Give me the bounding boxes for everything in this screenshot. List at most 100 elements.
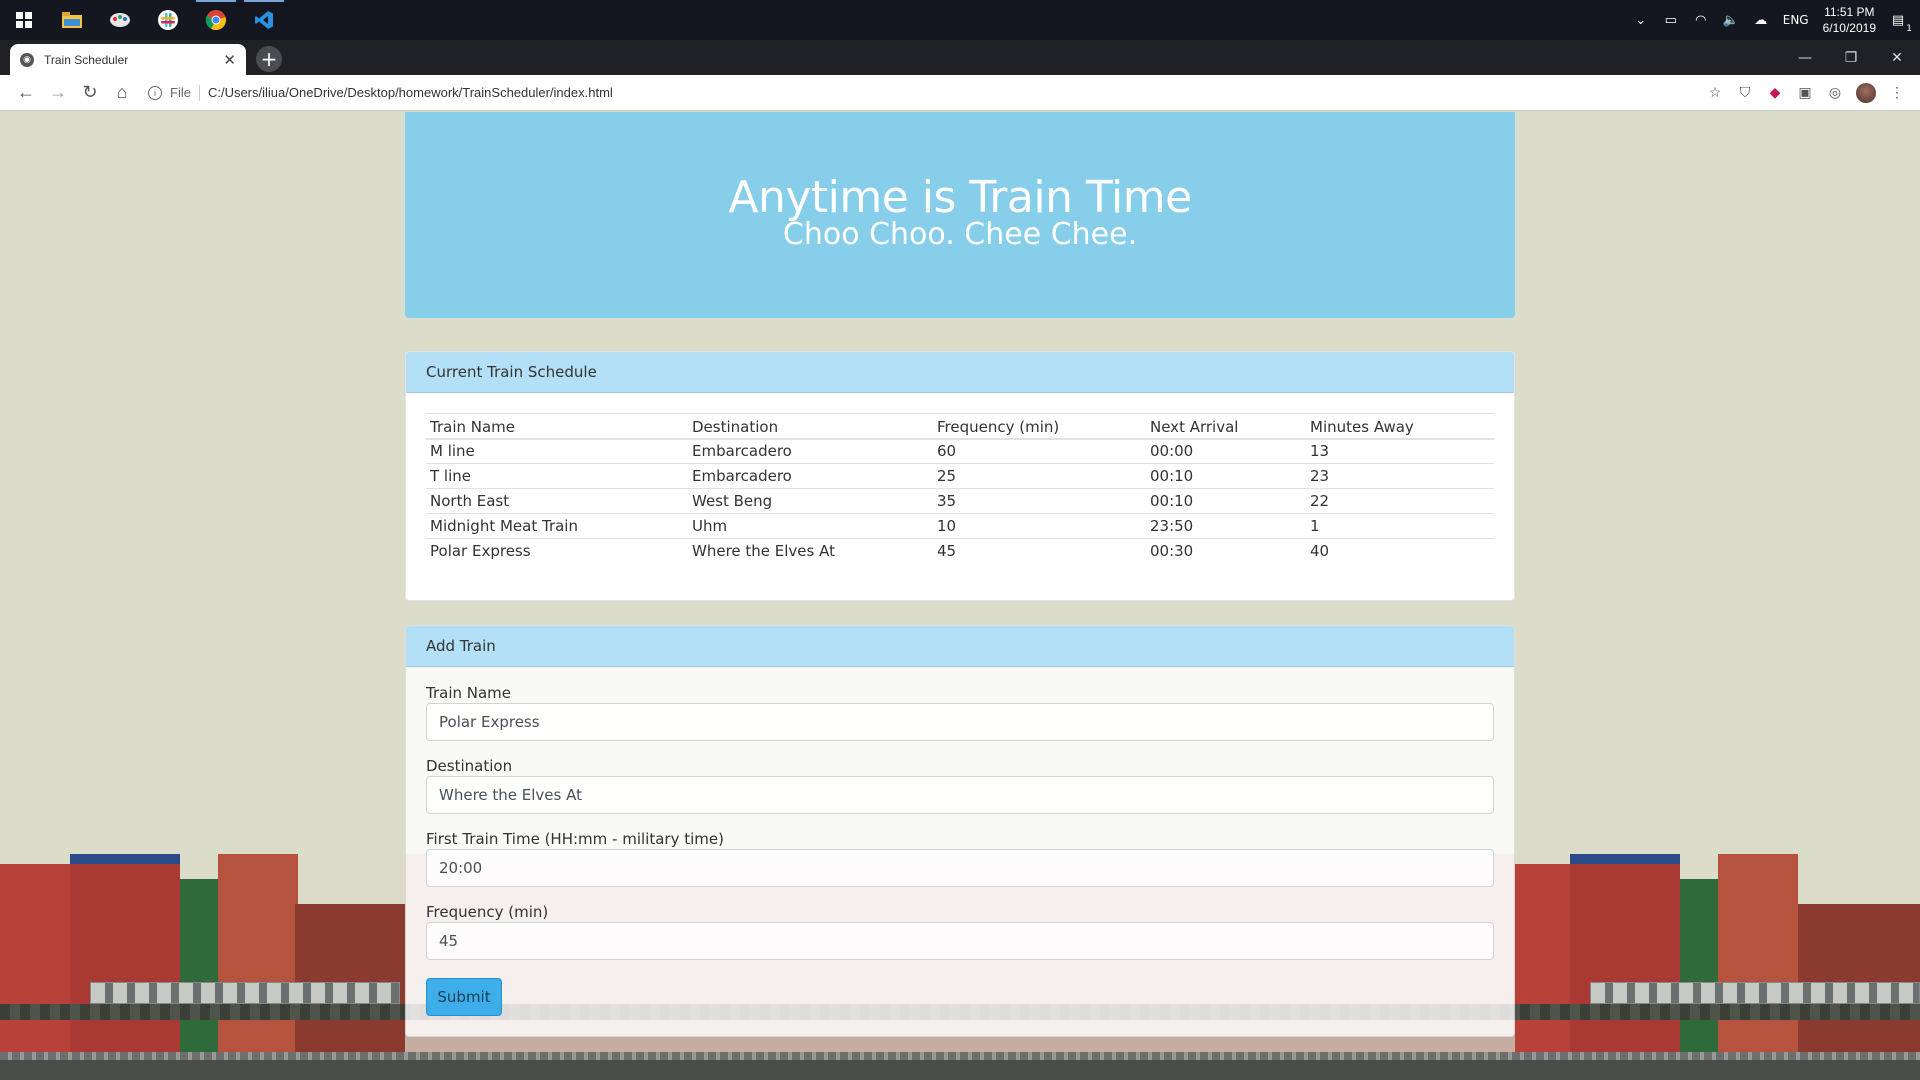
notification-count: 1 bbox=[1906, 24, 1912, 34]
column-header: Train Name bbox=[426, 413, 688, 440]
table-cell: T line bbox=[426, 463, 688, 489]
table-cell: Polar Express bbox=[426, 538, 688, 564]
table-row: Polar Express Where the Elves At 45 00:3… bbox=[426, 538, 1494, 564]
building bbox=[1680, 879, 1720, 1054]
page-subtitle: Choo Choo. Chee Chee. bbox=[782, 217, 1138, 252]
add-train-card: Add Train Train Name Polar Express Desti… bbox=[405, 625, 1515, 1037]
schedule-card-header: Current Train Schedule bbox=[406, 352, 1514, 393]
table-cell: Uhm bbox=[688, 513, 933, 539]
table-cell: Embarcadero bbox=[688, 438, 933, 464]
submit-button[interactable]: Submit bbox=[426, 978, 502, 1016]
volume-icon[interactable]: 🔈 bbox=[1723, 12, 1739, 28]
first-train-time-label: First Train Time (HH:mm - military time) bbox=[426, 830, 724, 848]
frequency-label: Frequency (min) bbox=[426, 903, 549, 921]
column-header: Destination bbox=[688, 413, 933, 440]
schedule-table: Train Name Destination Frequency (min) N… bbox=[426, 413, 1494, 564]
table-cell: Midnight Meat Train bbox=[426, 513, 688, 539]
building bbox=[1718, 854, 1798, 1054]
building bbox=[70, 854, 180, 1054]
browser-toolbar: ← → ↻ ⌂ i File C:/Users/iliua/OneDrive/D… bbox=[0, 75, 1920, 111]
clock-date: 6/10/2019 bbox=[1822, 21, 1876, 35]
tab-title: Train Scheduler bbox=[44, 52, 129, 67]
table-cell: 1 bbox=[1306, 513, 1494, 539]
home-button[interactable]: ⌂ bbox=[106, 77, 138, 109]
chevron-up-icon[interactable]: ⌄ bbox=[1633, 12, 1649, 28]
frequency-input[interactable]: 45 bbox=[426, 922, 1494, 960]
page-favicon-icon: ◉ bbox=[20, 52, 34, 67]
extension-icon[interactable]: ▣ bbox=[1796, 84, 1814, 102]
header-jumbotron: Anytime is Train Time Choo Choo. Chee Ch… bbox=[405, 112, 1515, 318]
clock-time: 11:51 PM bbox=[1824, 5, 1875, 19]
destination-group: Destination Where the Elves At bbox=[426, 756, 1494, 814]
table-cell: 22 bbox=[1306, 488, 1494, 514]
omnibox-divider bbox=[198, 84, 200, 101]
file-explorer-icon[interactable] bbox=[48, 0, 96, 40]
table-row: M line Embarcadero 60 00:00 13 bbox=[426, 438, 1494, 464]
extension-circle-icon[interactable]: ◎ bbox=[1826, 84, 1844, 102]
profile-avatar[interactable] bbox=[1856, 82, 1876, 103]
extension-badge-icon[interactable]: ◆ bbox=[1766, 84, 1784, 102]
language-indicator[interactable]: ENG bbox=[1783, 13, 1809, 27]
building bbox=[218, 854, 298, 1054]
building bbox=[1570, 854, 1680, 1054]
frequency-group: Frequency (min) 45 bbox=[426, 902, 1494, 960]
table-row: North East West Beng 35 00:10 22 bbox=[426, 488, 1494, 514]
slack-icon[interactable] bbox=[144, 0, 192, 40]
clock[interactable]: 11:51 PM 6/10/2019 bbox=[1823, 4, 1876, 36]
chrome-icon[interactable] bbox=[192, 0, 240, 40]
wifi-icon[interactable]: ◠ bbox=[1693, 12, 1709, 28]
url-scheme-label: File bbox=[170, 85, 191, 100]
close-tab-icon[interactable]: ✕ bbox=[223, 51, 236, 69]
address-bar[interactable]: i File C:/Users/iliua/OneDrive/Desktop/h… bbox=[148, 84, 1706, 101]
url-text[interactable]: C:/Users/iliua/OneDrive/Desktop/homework… bbox=[208, 85, 613, 100]
table-cell: 35 bbox=[933, 488, 1146, 514]
sidewalk bbox=[0, 1052, 1920, 1060]
building bbox=[0, 864, 80, 1054]
vscode-icon[interactable] bbox=[240, 0, 288, 40]
table-cell: West Beng bbox=[688, 488, 933, 514]
battery-icon[interactable]: ▭ bbox=[1663, 12, 1679, 28]
table-cell: 00:30 bbox=[1146, 538, 1306, 564]
cloud-icon[interactable]: ☁ bbox=[1753, 12, 1769, 28]
minimize-window-button[interactable]: — bbox=[1782, 50, 1828, 66]
table-cell: 00:10 bbox=[1146, 463, 1306, 489]
shield-extension-icon[interactable]: ⛉ bbox=[1736, 84, 1754, 102]
table-cell: 10 bbox=[933, 513, 1146, 539]
menu-kebab-icon[interactable]: ⋮ bbox=[1888, 84, 1906, 102]
table-cell: 23 bbox=[1306, 463, 1494, 489]
paint-app-icon[interactable] bbox=[96, 0, 144, 40]
building bbox=[1798, 904, 1920, 1054]
close-window-button[interactable]: ✕ bbox=[1874, 50, 1920, 66]
browser-tab-strip: ◉ Train Scheduler ✕ + — ❐ ✕ bbox=[0, 40, 1920, 75]
bookmark-star-icon[interactable]: ☆ bbox=[1706, 84, 1724, 102]
add-train-form: Train Name Polar Express Destination Whe… bbox=[406, 667, 1514, 1036]
back-button[interactable]: ← bbox=[10, 77, 42, 109]
column-header: Next Arrival bbox=[1146, 413, 1306, 440]
forward-button[interactable]: → bbox=[42, 77, 74, 109]
train-name-input[interactable]: Polar Express bbox=[426, 703, 1494, 741]
page-viewport: Anytime is Train Time Choo Choo. Chee Ch… bbox=[0, 112, 1920, 1080]
table-cell: Embarcadero bbox=[688, 463, 933, 489]
schedule-card: Current Train Schedule Train Name Destin… bbox=[405, 351, 1515, 601]
reload-button[interactable]: ↻ bbox=[74, 77, 106, 109]
elevated-train bbox=[90, 982, 400, 1004]
page-title: Anytime is Train Time bbox=[728, 172, 1192, 223]
new-tab-button[interactable]: + bbox=[256, 46, 282, 72]
building bbox=[295, 904, 405, 1054]
restore-window-button[interactable]: ❐ bbox=[1828, 50, 1874, 66]
table-cell: 45 bbox=[933, 538, 1146, 564]
destination-input[interactable]: Where the Elves At bbox=[426, 776, 1494, 814]
browser-tab[interactable]: ◉ Train Scheduler ✕ bbox=[10, 44, 246, 75]
train-name-group: Train Name Polar Express bbox=[426, 683, 1494, 741]
windows-taskbar: ⌄ ▭ ◠ 🔈 ☁ ENG 11:51 PM 6/10/2019 ▤ 1 bbox=[0, 0, 1920, 40]
site-info-icon[interactable]: i bbox=[148, 85, 162, 100]
first-train-time-input[interactable]: 20:00 bbox=[426, 849, 1494, 887]
add-train-card-header: Add Train bbox=[406, 626, 1514, 667]
notification-center-icon[interactable]: ▤ 1 bbox=[1890, 12, 1912, 35]
street bbox=[0, 1060, 1920, 1080]
windows-start-icon[interactable] bbox=[0, 0, 48, 40]
table-cell: 23:50 bbox=[1146, 513, 1306, 539]
table-cell: North East bbox=[426, 488, 688, 514]
table-cell: 25 bbox=[933, 463, 1146, 489]
column-header: Minutes Away bbox=[1306, 413, 1494, 440]
